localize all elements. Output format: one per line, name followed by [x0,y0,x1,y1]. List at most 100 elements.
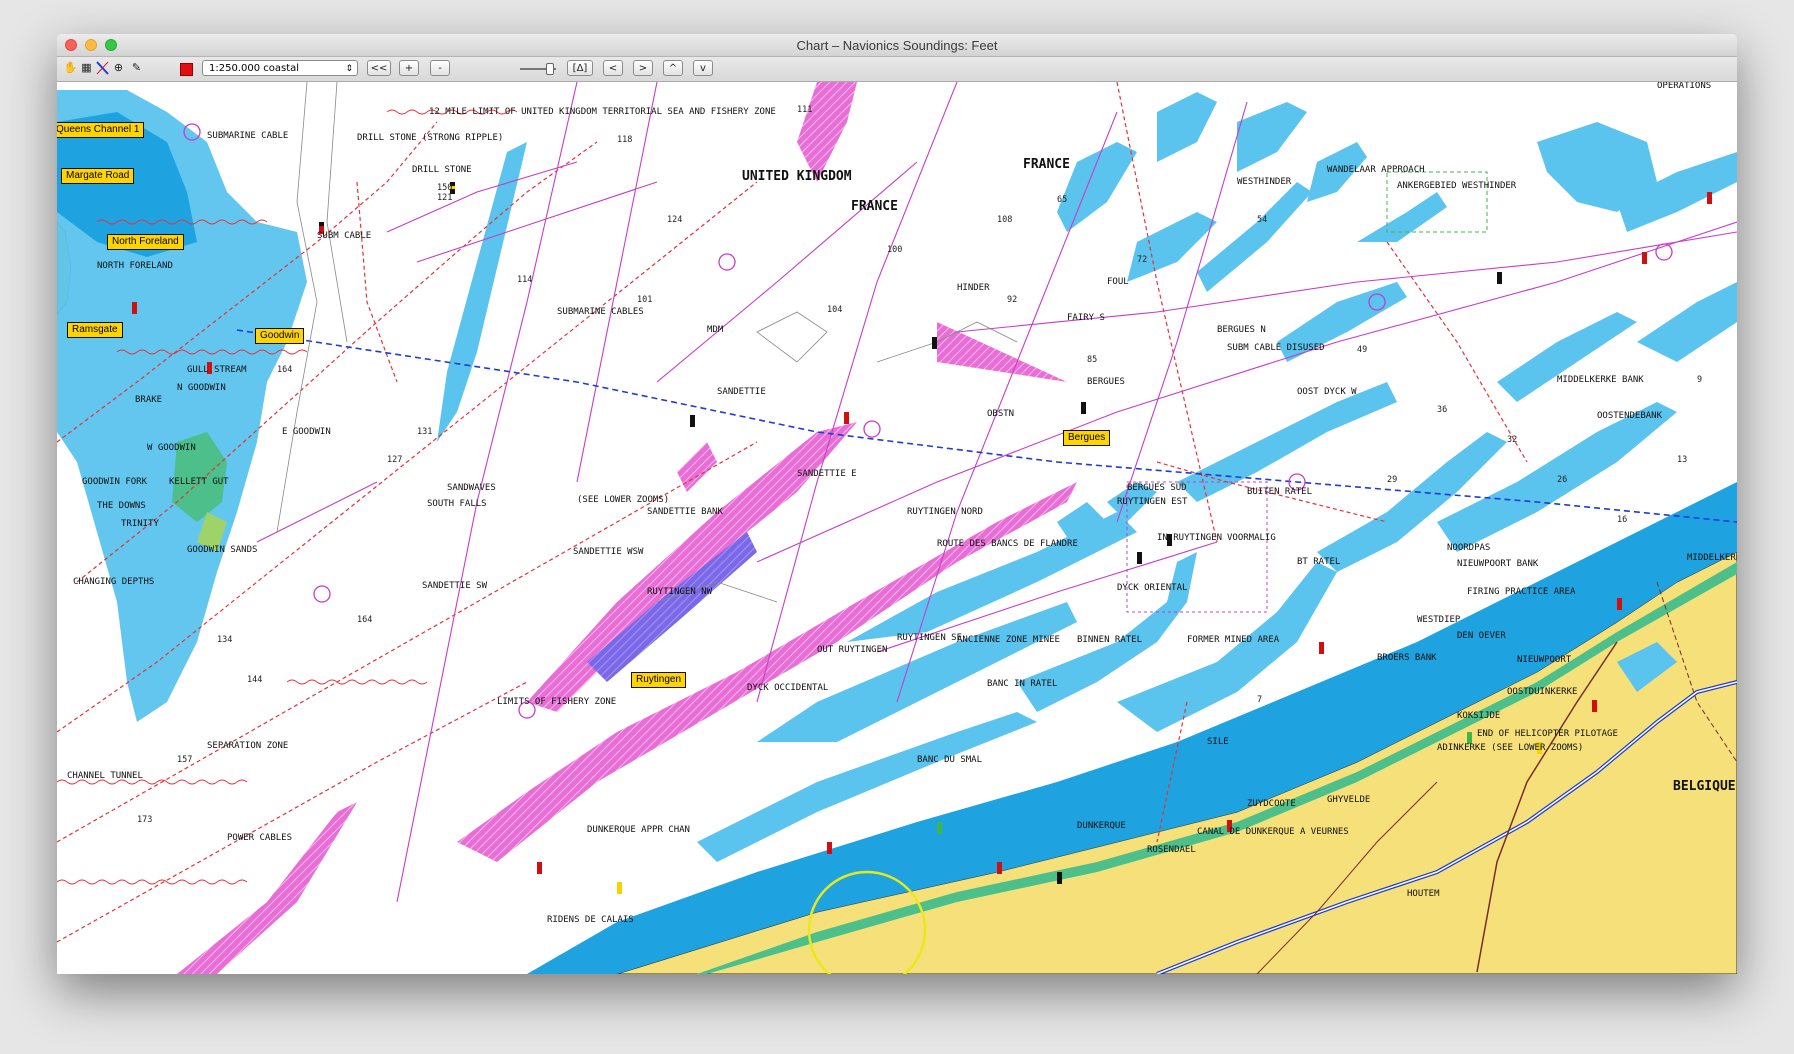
chart-label: 36 [1437,405,1447,415]
tag-bergues[interactable]: Bergues [1063,430,1111,446]
tag-ramsgate[interactable]: Ramsgate [67,322,123,338]
tag-ruytingen[interactable]: Ruytingen [631,672,687,688]
select-icon[interactable]: ▦ [79,60,94,76]
scale-select[interactable]: 1:250.000 coastal ⇕ [202,60,358,76]
chart-canvas[interactable]: UNITED KINGDOM FRANCE FRANCE BELGIQUE 12… [57,82,1737,974]
buoy-icon [1057,872,1062,884]
chevron-down-icon: ⇕ [345,64,353,74]
tag-north-foreland[interactable]: North Foreland [107,234,184,250]
chart-label: RUYTINGEN NW [647,587,713,597]
buoy-icon [1642,252,1647,264]
buoy-icon [932,337,937,349]
buoy-icon [1707,192,1712,204]
chart-label: 13 [1677,455,1687,465]
delta-button[interactable]: [Δ] [567,60,593,76]
chart-label: BERGUES [1087,377,1125,387]
chart-label: SANDETTIE BANK [647,507,723,517]
chart-label: ANCIENNE ZONE MINEE [957,635,1060,645]
chart-label: SUBMARINE CABLES [557,307,644,317]
pencil-icon[interactable]: ✎ [129,60,144,76]
chart-label: ROUTE DES BANCS DE FLANDRE [937,539,1078,549]
chart-label: OOSTENDEBANK [1597,411,1663,421]
title-bar[interactable]: Chart – Navionics Soundings: Feet [57,34,1737,57]
buoy-icon [1081,402,1086,414]
chart-label: 9 [1697,375,1702,385]
hand-icon[interactable]: ✋ [63,60,78,76]
chart-label: SANDETTIE [717,387,766,397]
chart-label: 54 [1257,215,1267,225]
chart-label: RUYTINGEN SE [897,633,962,643]
chart-label: OUT RUYTINGEN [817,645,887,655]
chart-label: W GOODWIN [147,443,196,453]
chart-label: NIEUWPOORT BANK [1457,559,1539,569]
tag-queens-channel[interactable]: Queens Channel 1 [57,122,145,138]
chart-label: FIRING PRACTICE AREA [1467,587,1576,597]
chart-label: RIDENS DE CALAIS [547,915,634,925]
chart-label: 127 [387,455,402,465]
buoy-icon [844,412,849,424]
region-label-france-2: FRANCE [851,199,898,214]
chart-label: WANDELAAR APPROACH [1327,165,1425,175]
chart-label: BT RATEL [1297,557,1340,567]
buoy-icon [1319,642,1324,654]
chart-label: 173 [137,815,152,825]
tag-margate-road[interactable]: Margate Road [61,168,135,184]
chart-label: DYCK ORIENTAL [1117,583,1187,593]
chart-label: SUBM CABLE [317,231,371,241]
buoy-icon [1592,700,1597,712]
stop-icon[interactable] [180,63,193,76]
chart-label: SUBMARINE CABLE [207,131,288,141]
chart-label: 85 [1087,355,1097,365]
buoy-icon [1497,272,1502,284]
chart-label: CHANNEL TUNNEL [67,771,143,781]
chart-label: GHYVELDE [1327,795,1370,805]
chart-label: DUNKERQUE APPR CHAN [587,825,690,835]
chart-label: TRINITY [121,519,160,529]
chart-label: 26 [1557,475,1567,485]
chart-label: BANC IN RATEL [987,679,1057,689]
zoom-out-button[interactable]: - [430,60,450,76]
chart-label: DYCK OCCIDENTAL [747,683,828,693]
chart-label: RUYTINGEN EST [1117,497,1188,507]
chart-label: OOSTDUINKERKE [1507,687,1577,697]
chart-label: SANDETTIE E [797,469,857,479]
buoy-icon [1617,598,1622,610]
measure-icon[interactable] [95,60,110,76]
chart-label: ZUYDCOOTE [1247,799,1296,809]
chart-label: SILE [1207,737,1229,747]
region-label-france: FRANCE [1023,157,1070,172]
pan-left-button[interactable]: < [603,60,623,76]
scale-value: 1:250.000 coastal [209,63,300,74]
pan-down-button[interactable]: v [693,60,713,76]
chart-label: N GOODWIN [177,383,226,393]
tss-north [797,82,857,182]
pan-right-button[interactable]: > [633,60,653,76]
chart-label: 72 [1137,255,1147,265]
tag-goodwin[interactable]: Goodwin [255,328,305,344]
chart-label: SANDETTIE WSW [573,547,644,557]
buoy-icon [827,842,832,854]
zoom-out-far-button[interactable]: << [367,60,391,76]
zoom-slider-knob[interactable] [546,63,554,75]
chart-label: WESTHINDER [1237,177,1292,187]
chart-label: 32 [1507,435,1517,445]
chart-label: BERGUES N [1217,325,1266,335]
chart-label: RUYTINGEN NORD [907,507,983,517]
chart-label: GULL STREAM [187,365,247,375]
chart-label: CHANGING DEPTHS [73,577,154,587]
chart-label: DEN OEVER [1457,631,1506,641]
chart-label: 144 [247,675,262,685]
chart-label: HOUTEM [1407,889,1440,899]
chart-label: BRAKE [135,395,162,405]
zoom-in-button[interactable]: + [399,60,419,76]
chart-label: E GOODWIN [282,427,331,437]
chart-window: Chart – Navionics Soundings: Feet ✋ ▦ ⊕ … [57,34,1737,974]
nautical-chart[interactable]: UNITED KINGDOM FRANCE FRANCE BELGIQUE 12… [57,82,1737,974]
chart-label: NOORDPAS [1447,543,1490,553]
chart-label: MIDDELKERKE [1687,553,1737,563]
chart-label: SEPARATION ZONE [207,741,288,751]
chart-label: THE DOWNS [97,501,146,511]
crosshair-icon[interactable]: ⊕ [111,60,126,76]
chart-label: POWER CABLES [227,833,292,843]
pan-up-button[interactable]: ^ [663,60,683,76]
